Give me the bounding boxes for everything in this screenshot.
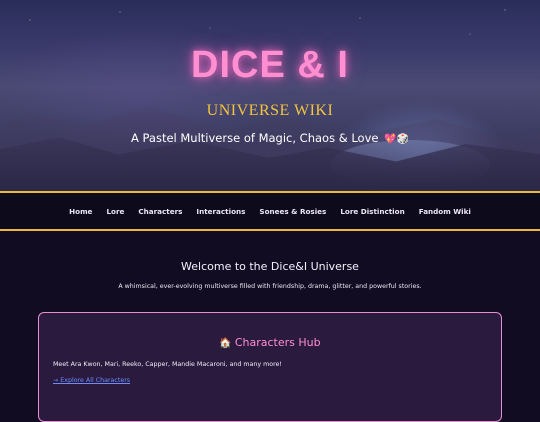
main-nav: Home Lore Characters Interactions Sonees… [0, 191, 540, 231]
welcome-heading: Welcome to the Dice&I Universe [181, 260, 359, 273]
nav-link-characters[interactable]: Characters [138, 207, 182, 216]
site-title: DICE & I [191, 44, 349, 86]
welcome-description: A whimsical, ever-evolving multiverse fi… [118, 283, 422, 290]
nav-link-sonees-rosies[interactable]: Sonees & Rosies [259, 207, 326, 216]
nav-link-fandom-wiki[interactable]: Fandom Wiki [419, 207, 471, 216]
characters-hub-heading: 🏠 Characters Hub [39, 336, 501, 349]
characters-hub-title: Characters Hub [234, 336, 321, 349]
house-icon: 🏠 [219, 338, 232, 349]
nav-link-home[interactable]: Home [69, 207, 92, 216]
site-tagline: A Pastel Multiverse of Magic, Chaos & Lo… [0, 131, 540, 145]
nav-link-lore-distinction[interactable]: Lore Distinction [340, 207, 404, 216]
site-subtitle: UNIVERSE WIKI [206, 102, 334, 119]
tagline-text: A Pastel Multiverse of Magic, Chaos & Lo… [130, 131, 379, 145]
nav-link-lore[interactable]: Lore [106, 207, 124, 216]
explore-characters-link[interactable]: → Explore All Characters [53, 377, 130, 384]
characters-hub-card: 🏠 Characters Hub Meet Ara Kwon, Mari, Ree… [38, 312, 502, 422]
nav-link-interactions[interactable]: Interactions [196, 207, 245, 216]
characters-hub-description: Meet Ara Kwon, Mari, Reeko, Capper, Mand… [53, 361, 282, 368]
hero-banner: DICE & I UNIVERSE WIKI A Pastel Multiver… [0, 0, 540, 191]
heart-dice-icon: 💖🎲 [384, 134, 410, 145]
